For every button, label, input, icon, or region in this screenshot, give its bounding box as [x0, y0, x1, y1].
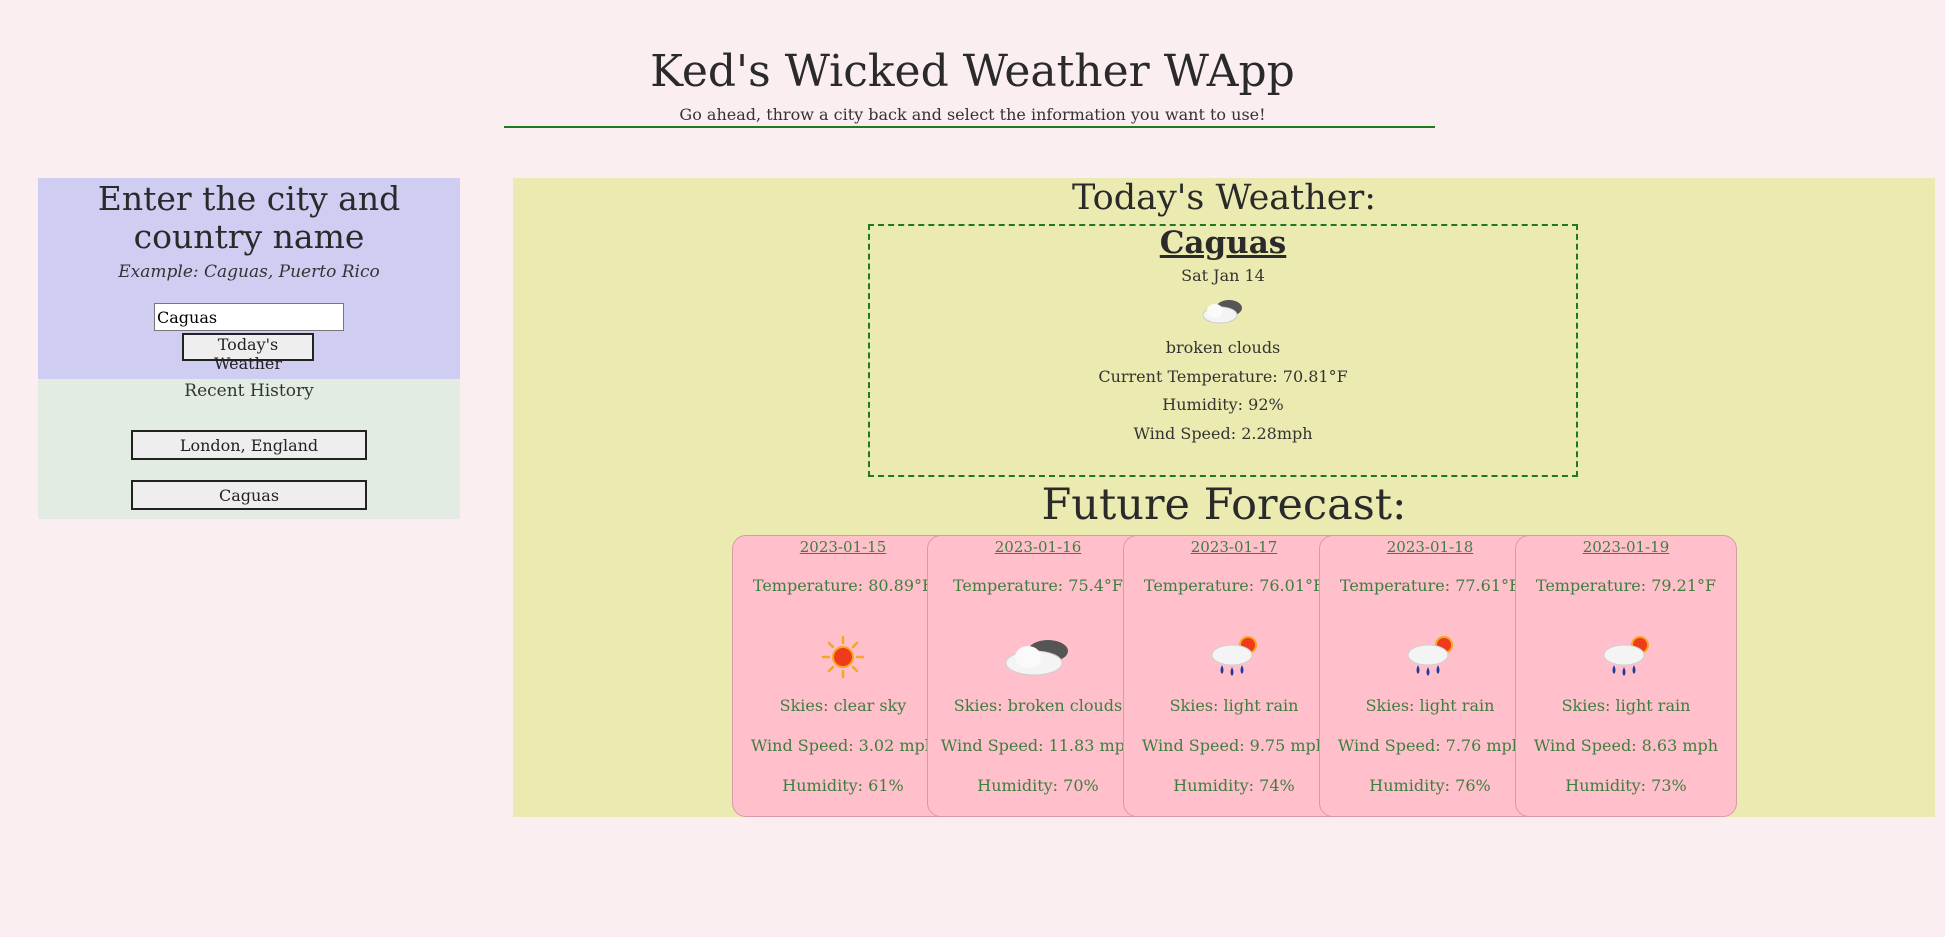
search-panel: Enter the city and country name Example:… [38, 178, 460, 379]
city-search-input[interactable] [154, 303, 344, 331]
forecast-humidity: Humidity: 73% [1565, 776, 1687, 795]
forecast-wind-speed: Wind Speed: 3.02 mph [750, 736, 936, 755]
light-rain-icon [1603, 636, 1649, 676]
forecast-skies: Skies: broken clouds [953, 696, 1123, 715]
forecast-card: 2023-01-17 Temperature: 76.01°F Skies: l… [1123, 535, 1345, 817]
forecast-wind-speed: Wind Speed: 11.83 mph [940, 736, 1136, 755]
today-humidity: Humidity: 92% [1162, 395, 1284, 414]
recent-history-title: Recent History [184, 381, 314, 401]
app-subtitle: Go ahead, throw a city back and select t… [679, 105, 1266, 124]
forecast-temperature: Temperature: 77.61°F [1339, 576, 1521, 595]
today-date: Sat Jan 14 [1181, 266, 1265, 285]
forecast-humidity: Humidity: 76% [1369, 776, 1491, 795]
broken-clouds-icon [1005, 640, 1068, 676]
forecast-card: 2023-01-15 Temperature: 80.89°F Skies: c… [732, 535, 954, 817]
forecast-date: 2023-01-16 [994, 538, 1082, 556]
forecast-skies: Skies: light rain [1365, 696, 1495, 715]
forecast-skies: Skies: light rain [1561, 696, 1691, 715]
history-item-caguas[interactable]: Caguas [131, 480, 367, 510]
forecast-humidity: Humidity: 61% [782, 776, 904, 795]
today-wind-speed: Wind Speed: 2.28mph [1133, 423, 1313, 443]
light-rain-icon [1211, 636, 1257, 676]
forecast-card: 2023-01-18 Temperature: 77.61°F Skies: l… [1319, 535, 1541, 817]
forecast-date: 2023-01-15 [799, 538, 887, 556]
today-city-name: Caguas [1159, 225, 1287, 261]
today-temperature: Current Temperature: 70.81°F [1098, 366, 1348, 386]
forecast-temperature: Temperature: 79.21°F [1535, 576, 1717, 595]
weather-panel: Today's Weather: Caguas Sat Jan 14 broke… [513, 178, 1935, 817]
forecast-skies: Skies: clear sky [779, 696, 907, 715]
header-divider [504, 126, 1435, 128]
clear-sky-icon [821, 635, 865, 679]
forecast-date: 2023-01-19 [1582, 538, 1670, 556]
light-rain-icon [1407, 636, 1453, 676]
forecast-date: 2023-01-17 [1190, 538, 1278, 556]
todays-weather-card: Caguas Sat Jan 14 broken clouds Current … [868, 224, 1578, 477]
future-forecast-heading: Future Forecast: [1041, 480, 1407, 530]
broken-clouds-icon [1202, 300, 1242, 324]
today-description: broken clouds [1165, 338, 1281, 357]
forecast-wind-speed: Wind Speed: 8.63 mph [1533, 736, 1719, 755]
recent-history-panel: Recent History London, England Caguas [38, 379, 460, 519]
forecast-temperature: Temperature: 75.4°F [952, 576, 1124, 595]
forecast-skies: Skies: light rain [1169, 696, 1299, 715]
search-example: Example: Caguas, Puerto Rico [118, 262, 380, 282]
forecast-date: 2023-01-18 [1386, 538, 1474, 556]
history-item-london-england[interactable]: London, England [131, 430, 367, 460]
search-heading: Enter the city and country name [97, 179, 401, 256]
todays-weather-button[interactable]: Today's Weather [182, 333, 314, 373]
forecast-humidity: Humidity: 70% [977, 776, 1099, 795]
forecast-card: 2023-01-19 Temperature: 79.21°F Skies: l… [1515, 535, 1737, 817]
forecast-temperature: Temperature: 76.01°F [1143, 576, 1325, 595]
forecast-temperature: Temperature: 80.89°F [752, 576, 934, 595]
todays-weather-heading: Today's Weather: [1072, 178, 1376, 218]
forecast-humidity: Humidity: 74% [1173, 776, 1295, 795]
forecast-card: 2023-01-16 Temperature: 75.4°F Skies: br… [927, 535, 1149, 817]
app-title: Ked's Wicked Weather WApp [650, 46, 1295, 97]
forecast-wind-speed: Wind Speed: 7.76 mph [1337, 736, 1523, 755]
forecast-wind-speed: Wind Speed: 9.75 mph [1141, 736, 1327, 755]
